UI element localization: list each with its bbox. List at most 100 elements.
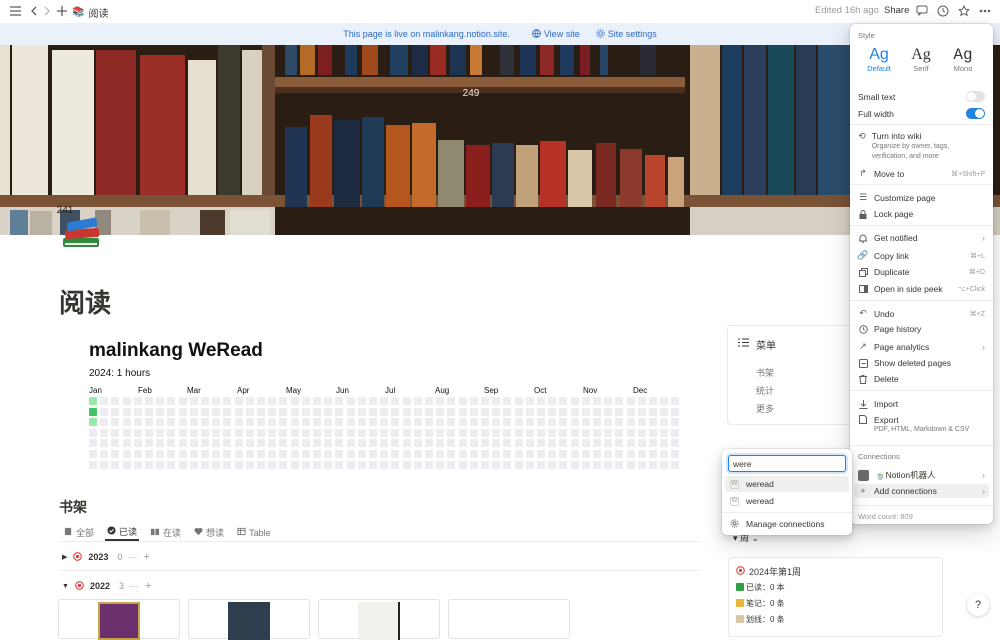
small-text-row[interactable]: Small text bbox=[858, 91, 985, 102]
export-item[interactable]: Export PDF, HTML, Markdown & CSV bbox=[858, 415, 985, 433]
heatmap-cell bbox=[189, 450, 198, 458]
breadcrumb[interactable]: 📚 阅读 bbox=[72, 5, 108, 20]
heatmap-cell bbox=[436, 450, 445, 458]
move-to-item[interactable]: ↱ Move to ⌘+Shift+P bbox=[858, 168, 985, 179]
tab-reading[interactable]: 在读 bbox=[148, 525, 183, 540]
font-option-default[interactable]: Ag Default bbox=[860, 46, 898, 80]
group-row-2023[interactable]: ▶ 2023 0 ··· + bbox=[62, 551, 150, 563]
favorite-star-icon[interactable] bbox=[957, 4, 970, 17]
connection-result[interactable]: W weread bbox=[725, 493, 849, 509]
page-history-item[interactable]: Page history bbox=[858, 324, 985, 334]
heatmap-cell bbox=[212, 428, 221, 437]
heatmap-cell bbox=[436, 460, 445, 469]
book-card[interactable] bbox=[318, 599, 440, 640]
small-text-toggle[interactable] bbox=[966, 91, 985, 102]
tab-table[interactable]: Table bbox=[235, 526, 273, 539]
heatmap-cell bbox=[615, 418, 624, 427]
group-more-icon[interactable]: ··· bbox=[130, 581, 139, 591]
tab-want-to-read[interactable]: 想读 bbox=[192, 525, 226, 540]
heatmap-cell bbox=[335, 450, 344, 458]
back-icon[interactable] bbox=[28, 5, 38, 17]
page-emoji-icon[interactable] bbox=[59, 210, 103, 254]
heatmap-cell bbox=[357, 428, 366, 437]
open-side-peek-label: Open in side peek bbox=[874, 284, 943, 294]
customize-page-label: Customize page bbox=[874, 192, 936, 203]
forward-icon[interactable] bbox=[42, 5, 52, 17]
heatmap-cell bbox=[167, 450, 176, 458]
undo-item[interactable]: ↶ Undo ⌘+Z bbox=[858, 308, 985, 319]
page-analytics-item[interactable]: ↗ Page analytics › bbox=[858, 341, 985, 352]
copy-link-item[interactable]: 🔗 Copy link ⌘+L bbox=[857, 250, 985, 261]
connection-item[interactable]: 🍵Notion机器人 › bbox=[858, 469, 985, 481]
add-connections-item[interactable]: + Add connections › bbox=[854, 484, 989, 498]
site-settings-link[interactable]: Site settings bbox=[595, 28, 657, 40]
duplicate-item[interactable]: Duplicate ⌘+D bbox=[858, 267, 985, 277]
side-menu-link[interactable]: 更多 bbox=[756, 402, 774, 415]
help-button[interactable]: ? bbox=[967, 594, 989, 616]
heatmap-cell bbox=[133, 418, 142, 427]
heatmap-cell bbox=[178, 460, 187, 469]
lock-icon bbox=[858, 209, 868, 219]
group-year: 2023 bbox=[88, 552, 109, 562]
manage-connections-item[interactable]: Manage connections bbox=[725, 516, 849, 532]
heatmap-cell bbox=[156, 460, 165, 469]
delete-item[interactable]: Delete bbox=[858, 374, 985, 384]
open-side-peek-item[interactable]: Open in side peek ⌥+Click bbox=[858, 284, 985, 294]
heatmap-cell bbox=[581, 418, 590, 427]
heatmap-cell bbox=[145, 418, 153, 427]
clock-icon bbox=[858, 324, 868, 334]
expanded-triangle-icon[interactable]: ▼ bbox=[62, 583, 69, 590]
group-more-icon[interactable]: ··· bbox=[128, 552, 137, 562]
full-width-row[interactable]: Full width bbox=[858, 108, 985, 119]
heatmap-cell bbox=[346, 418, 355, 427]
heatmap-cell bbox=[380, 439, 389, 448]
tab-all[interactable]: 全部 bbox=[62, 525, 96, 540]
get-notified-item[interactable]: Get notified › bbox=[858, 233, 985, 243]
book-card[interactable] bbox=[448, 599, 570, 639]
heatmap-cell bbox=[436, 439, 445, 448]
connection-result-label: weread bbox=[746, 479, 774, 489]
book-card[interactable] bbox=[188, 599, 310, 640]
lock-page-item[interactable]: Lock page bbox=[858, 209, 985, 219]
side-menu-link[interactable]: 统计 bbox=[756, 384, 774, 397]
heatmap-cell bbox=[458, 460, 467, 469]
add-connections-label: Add connections bbox=[874, 486, 937, 496]
side-menu-link[interactable]: 书架 bbox=[756, 366, 774, 379]
heatmap-cell bbox=[89, 450, 97, 458]
heatmap-cell bbox=[335, 428, 344, 437]
view-site-link[interactable]: View site bbox=[532, 28, 580, 40]
book-card[interactable] bbox=[58, 599, 180, 640]
heatmap-cell bbox=[111, 428, 120, 437]
week-stat-read: 已读：0 本 bbox=[746, 583, 785, 592]
tab-read[interactable]: 已读 bbox=[105, 524, 140, 541]
font-option-serif[interactable]: Ag Serif bbox=[902, 46, 940, 80]
history-icon[interactable] bbox=[936, 4, 949, 17]
heatmap-cell bbox=[525, 439, 534, 448]
comments-icon[interactable] bbox=[915, 4, 928, 17]
new-page-icon[interactable] bbox=[56, 5, 68, 17]
heatmap-cell bbox=[548, 460, 557, 469]
group-row-2022[interactable]: ▼ 2022 3 ··· + bbox=[62, 580, 151, 592]
page-title[interactable]: 阅读 bbox=[59, 283, 111, 320]
full-width-toggle[interactable] bbox=[966, 108, 985, 119]
group-add-icon[interactable]: + bbox=[143, 551, 149, 563]
group-add-icon[interactable]: + bbox=[145, 580, 151, 592]
collapsed-triangle-icon[interactable]: ▶ bbox=[62, 553, 67, 561]
show-deleted-item[interactable]: Show deleted pages bbox=[858, 358, 985, 368]
heatmap-cell bbox=[145, 407, 153, 416]
font-option-mono[interactable]: Ag Mono bbox=[944, 46, 982, 80]
share-button[interactable]: Share bbox=[884, 5, 909, 16]
import-item[interactable]: Import bbox=[858, 399, 985, 409]
month-label: Mar bbox=[187, 386, 201, 395]
turn-into-wiki-item[interactable]: ⟲ Turn into wiki Organize by owner, tags… bbox=[858, 131, 985, 162]
heatmap-cell bbox=[313, 428, 321, 437]
heatmap-cell bbox=[413, 460, 422, 469]
heatmap-cell bbox=[469, 439, 478, 448]
customize-page-item[interactable]: ☰ Customize page bbox=[858, 192, 985, 203]
connection-search-input[interactable] bbox=[728, 455, 846, 472]
heatmap-cell bbox=[122, 450, 131, 458]
connection-result[interactable]: W weread bbox=[725, 476, 849, 492]
more-options-icon[interactable] bbox=[978, 4, 992, 17]
weread-app-icon: W bbox=[730, 479, 739, 489]
sidebar-toggle-icon[interactable] bbox=[9, 5, 21, 17]
